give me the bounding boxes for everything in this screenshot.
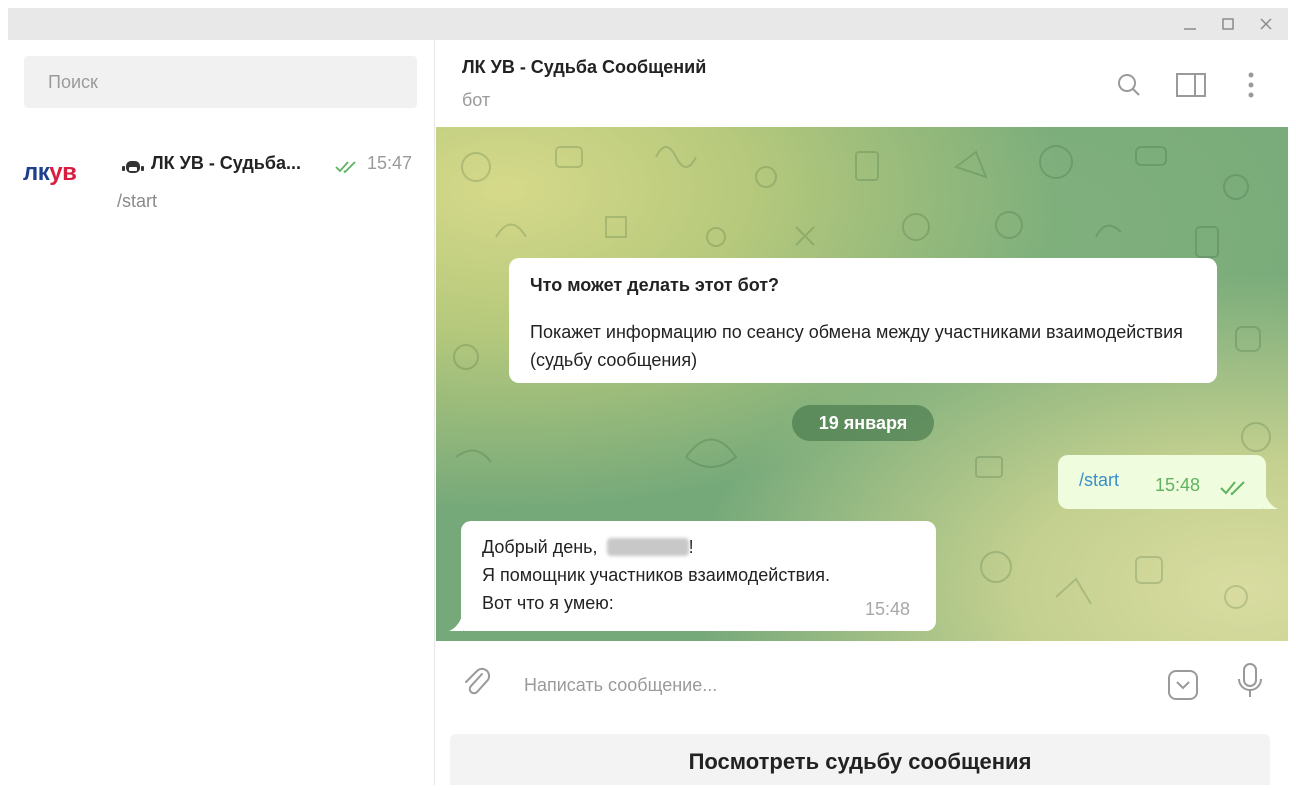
avatar-logo-part1: лк xyxy=(23,159,50,186)
microphone-icon xyxy=(1238,663,1262,697)
minimize-button[interactable] xyxy=(1175,8,1205,40)
bot-keyboard: Посмотреть судьбу сообщения xyxy=(436,725,1288,785)
message-input-placeholder: Написать сообщение... xyxy=(524,675,718,695)
search-icon xyxy=(1118,74,1140,96)
voice-message-button[interactable] xyxy=(1233,661,1267,701)
conversation-panel: ЛК УВ - Судьба Сообщений бот Что может д… xyxy=(436,40,1288,785)
message-composer: Написать сообщение... xyxy=(436,641,1288,725)
bot-icon xyxy=(122,161,144,173)
outgoing-message[interactable]: /start 15:48 xyxy=(1058,455,1266,509)
telegram-window: Поиск лкув ЛК УВ - Судьба... 15:47 /star… xyxy=(8,8,1288,785)
paperclip-icon xyxy=(465,667,491,695)
chat-preview: /start xyxy=(117,191,158,211)
chat-list-panel: Поиск лкув ЛК УВ - Судьба... 15:47 /star… xyxy=(8,40,435,785)
chat-name: ЛК УВ - Судьба... xyxy=(151,153,301,173)
minimize-icon xyxy=(1184,28,1196,30)
blurred-username xyxy=(606,538,689,556)
date-separator: 19 января xyxy=(792,405,934,441)
incoming-message[interactable]: Добрый день, ! Я помощник участников вза… xyxy=(461,521,936,631)
message-input[interactable]: Написать сообщение... xyxy=(516,657,1156,707)
chat-list-item[interactable]: лкув ЛК УВ - Судьба... 15:47 /start xyxy=(8,136,434,218)
outgoing-bubble-tail xyxy=(1264,491,1278,509)
title-bar xyxy=(8,8,1288,40)
search-input[interactable]: Поиск xyxy=(24,56,417,108)
greeting-text: Добрый день, xyxy=(482,537,603,557)
bot-info-question: Что может делать этот бот? xyxy=(530,275,780,295)
view-message-fate-button[interactable]: Посмотреть судьбу сообщения xyxy=(450,734,1270,785)
more-menu-button[interactable] xyxy=(1234,68,1268,102)
maximize-icon xyxy=(1222,18,1234,30)
chat-title[interactable]: ЛК УВ - Судьба Сообщений xyxy=(462,57,706,78)
bot-info-card: Что может делать этот бот? Покажет инфор… xyxy=(509,258,1217,383)
message-history[interactable]: Что может делать этот бот? Покажет инфор… xyxy=(436,127,1288,641)
avatar: лкув xyxy=(23,159,99,199)
incoming-line-1: Добрый день, ! xyxy=(482,533,694,561)
double-check-icon xyxy=(335,161,356,174)
more-vertical-icon xyxy=(1248,72,1254,98)
close-button[interactable] xyxy=(1251,8,1281,40)
close-icon xyxy=(1260,18,1272,30)
chat-time: 15:47 xyxy=(367,153,413,173)
incoming-line-3: Вот что я умею: xyxy=(482,593,614,613)
incoming-bubble-tail xyxy=(449,613,463,631)
chat-subtitle: бот xyxy=(462,90,491,110)
keyboard-toggle-icon xyxy=(1168,670,1198,700)
double-check-icon xyxy=(1220,481,1245,496)
outgoing-message-time: 15:48 xyxy=(1155,475,1201,495)
maximize-button[interactable] xyxy=(1213,8,1243,40)
attach-button[interactable] xyxy=(460,664,492,698)
incoming-message-time: 15:48 xyxy=(865,599,911,619)
incoming-line-2: Я помощник участников взаимодействия. xyxy=(482,565,830,585)
bot-keyboard-toggle-button[interactable] xyxy=(1166,668,1200,702)
greeting-exclamation: ! xyxy=(688,537,694,557)
sidebar-toggle-button[interactable] xyxy=(1174,68,1208,102)
search-button[interactable] xyxy=(1112,68,1146,102)
sidebar-panel-icon xyxy=(1176,73,1206,97)
chat-header: ЛК УВ - Судьба Сообщений бот xyxy=(436,40,1288,127)
search-placeholder: Поиск xyxy=(48,72,98,92)
outgoing-message-text[interactable]: /start xyxy=(1079,470,1119,491)
avatar-logo-part2: ув xyxy=(49,159,77,186)
bot-info-description: Покажет информацию по сеансу обмена межд… xyxy=(530,322,1183,370)
